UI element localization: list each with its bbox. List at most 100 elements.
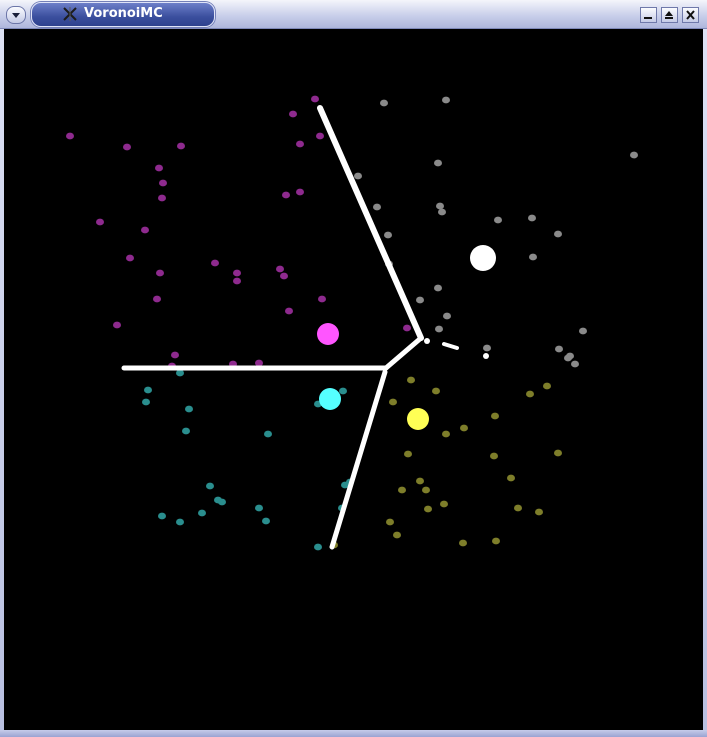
yellow-particle — [422, 486, 430, 494]
gray-particle — [630, 151, 638, 159]
voronoi-diagram[interactable] — [4, 29, 703, 730]
voronoi-app-icon — [63, 7, 77, 21]
magenta-particle — [296, 188, 304, 196]
magenta-particle — [158, 194, 166, 202]
gray-particle — [434, 284, 442, 292]
yellow-particle — [416, 477, 424, 485]
yellow-particle — [432, 387, 440, 395]
yellow-particle — [492, 537, 500, 545]
magenta-particle — [280, 272, 288, 280]
yellow-particle — [507, 474, 515, 482]
seed-cyan[interactable] — [319, 388, 341, 410]
yellow-particle — [398, 486, 406, 494]
gray-particle — [438, 208, 446, 216]
yellow-particle — [514, 504, 522, 512]
close-button[interactable] — [682, 7, 699, 23]
cyan-particle — [339, 387, 347, 395]
cyan-particle — [314, 543, 322, 551]
yellow-particle — [554, 449, 562, 457]
seed-magenta[interactable] — [317, 323, 339, 345]
gray-particle — [571, 360, 579, 368]
magenta-particle — [233, 269, 241, 277]
cyan-particle — [218, 498, 226, 506]
gray-particle — [354, 172, 362, 180]
yellow-particle — [386, 518, 394, 526]
app-window: VoronoiMC — [0, 0, 707, 737]
gray-particle — [528, 214, 536, 222]
magenta-particle — [318, 295, 326, 303]
canvas-background — [4, 29, 703, 730]
magenta-particle — [141, 226, 149, 234]
minimize-button[interactable] — [640, 7, 657, 23]
seed-yellow[interactable] — [407, 408, 429, 430]
yellow-particle — [442, 430, 450, 438]
magenta-particle — [96, 218, 104, 226]
magenta-particle — [255, 359, 263, 367]
title-bar[interactable]: VoronoiMC — [0, 0, 707, 29]
magenta-particle — [282, 191, 290, 199]
yellow-particle — [543, 382, 551, 390]
magenta-particle — [153, 295, 161, 303]
magenta-particle — [289, 110, 297, 118]
magenta-particle — [177, 142, 185, 150]
yellow-particle — [490, 452, 498, 460]
yellow-particle — [491, 412, 499, 420]
yellow-particle — [404, 450, 412, 458]
yellow-particle — [459, 539, 467, 547]
gray-particle — [483, 344, 491, 352]
gray-particle — [555, 345, 563, 353]
magenta-particle — [285, 307, 293, 315]
cyan-particle — [182, 427, 190, 435]
cyan-particle — [144, 386, 152, 394]
yellow-particle — [535, 508, 543, 516]
minimize-icon — [644, 17, 652, 19]
maximize-icon-base — [665, 17, 673, 19]
magenta-particle — [211, 259, 219, 267]
gray-particle — [373, 203, 381, 211]
magenta-particle — [126, 254, 134, 262]
window-bottom-border — [0, 730, 707, 737]
gray-particle — [566, 352, 574, 360]
cyan-particle — [185, 405, 193, 413]
seed-white[interactable] — [470, 245, 496, 271]
gray-particle — [380, 99, 388, 107]
magenta-particle — [159, 179, 167, 187]
cyan-particle — [264, 430, 272, 438]
cyan-particle — [158, 512, 166, 520]
gray-particle — [443, 312, 451, 320]
gray-particle — [494, 216, 502, 224]
gray-particle — [442, 96, 450, 104]
yellow-particle — [526, 390, 534, 398]
yellow-particle — [460, 424, 468, 432]
magenta-particle — [171, 351, 179, 359]
title-tab[interactable]: VoronoiMC — [31, 2, 215, 27]
voronoi-canvas[interactable] — [4, 29, 703, 730]
window-title: VoronoiMC — [84, 6, 163, 21]
yellow-particle — [407, 376, 415, 384]
magenta-particle — [296, 140, 304, 148]
magenta-particle — [66, 132, 74, 140]
gray-particle — [384, 231, 392, 239]
gray-particle — [436, 202, 444, 210]
magenta-particle — [155, 164, 163, 172]
gray-particle — [435, 325, 443, 333]
yellow-particle — [440, 500, 448, 508]
magenta-particle — [311, 95, 319, 103]
close-icon — [686, 10, 695, 20]
magenta-particle — [276, 265, 284, 273]
yellow-particle — [424, 505, 432, 513]
cyan-particle — [176, 369, 184, 377]
gray-particle — [434, 159, 442, 167]
boundary-dot — [483, 353, 489, 359]
maximize-icon — [665, 11, 673, 16]
magenta-particle — [156, 269, 164, 277]
magenta-particle — [316, 132, 324, 140]
boundary-dot — [424, 338, 430, 344]
cyan-particle — [142, 398, 150, 406]
window-menu-button[interactable] — [6, 6, 26, 24]
cyan-particle — [176, 518, 184, 526]
gray-particle — [554, 230, 562, 238]
cyan-particle — [262, 517, 270, 525]
yellow-particle — [393, 531, 401, 539]
maximize-button[interactable] — [661, 7, 678, 23]
